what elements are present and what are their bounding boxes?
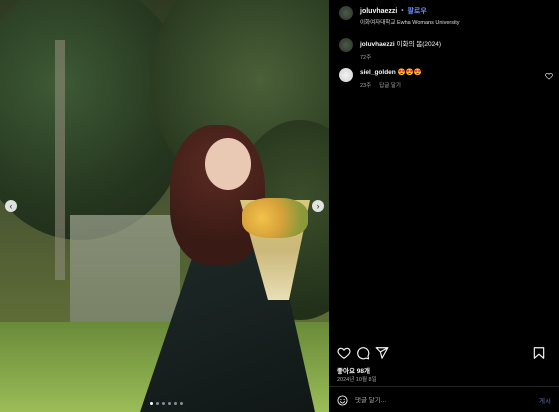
previous-slide-button[interactable]: ‹ xyxy=(5,200,17,212)
carousel-dot xyxy=(162,402,165,405)
like-count[interactable]: 좋아요 98개 xyxy=(337,365,370,375)
stone-wall xyxy=(70,215,180,335)
caption-text: 이화의 봄(2024) xyxy=(396,41,442,48)
author-avatar[interactable] xyxy=(339,38,353,52)
comment-button[interactable] xyxy=(356,346,370,360)
comment-time: 23주 xyxy=(360,83,372,89)
heart-icon xyxy=(337,347,351,359)
author-avatar[interactable] xyxy=(339,6,353,20)
carousel-dot xyxy=(174,402,177,405)
chevron-left-icon: ‹ xyxy=(9,201,13,211)
post-caption: joluvhaezzi 이화의 봄(2024) 72주 xyxy=(339,38,441,61)
share-button[interactable] xyxy=(375,346,389,360)
caption-username[interactable]: joluvhaezzi xyxy=(360,41,395,48)
emoji-smile-icon[interactable] xyxy=(337,394,348,406)
post-header: joluvhaezzi • 팔로우 이화여자대학교 Ewha Womans Un… xyxy=(329,0,559,28)
comment-input[interactable] xyxy=(355,396,505,404)
post-info-panel: joluvhaezzi • 팔로우 이화여자대학교 Ewha Womans Un… xyxy=(329,0,559,412)
person-face xyxy=(205,138,251,190)
carousel-dot xyxy=(180,402,183,405)
caption-time: 72주 xyxy=(360,55,372,61)
carousel-dot xyxy=(150,402,153,405)
reply-button[interactable]: 답글 달기 xyxy=(379,81,401,89)
post-actions xyxy=(337,345,551,361)
post-comment-button[interactable]: 게시 xyxy=(539,395,551,405)
separator-dot: • xyxy=(401,8,404,14)
save-button[interactable] xyxy=(532,346,546,360)
bouquet-flowers xyxy=(242,198,308,238)
comment-text: 😍😍😍 xyxy=(397,69,422,76)
commenter-avatar[interactable] xyxy=(339,68,353,82)
comment-username[interactable]: siel_golden xyxy=(360,69,396,76)
location-link[interactable]: 이화여자대학교 Ewha Womans University xyxy=(360,18,460,26)
carousel-dot xyxy=(156,402,159,405)
chevron-right-icon: › xyxy=(316,201,320,211)
paper-plane-icon xyxy=(375,347,389,359)
carousel-dot xyxy=(168,402,171,405)
post-photo[interactable]: ‹ › xyxy=(0,0,329,412)
like-button[interactable] xyxy=(337,346,351,360)
tree-trunk xyxy=(55,40,65,280)
next-slide-button[interactable]: › xyxy=(312,200,324,212)
comment-composer: 게시 xyxy=(337,393,551,407)
comment-item: siel_golden 😍😍😍 23주 답글 달기 xyxy=(339,68,553,89)
follow-button[interactable]: 팔로우 xyxy=(407,6,426,16)
comment-bubble-icon xyxy=(357,347,370,360)
comment-like-heart-icon[interactable] xyxy=(545,72,553,80)
bookmark-icon xyxy=(533,347,545,359)
post-date: 2024년 10월 8일 xyxy=(337,377,377,383)
carousel-indicator xyxy=(150,402,183,405)
divider xyxy=(329,386,559,387)
author-username[interactable]: joluvhaezzi xyxy=(360,8,397,15)
